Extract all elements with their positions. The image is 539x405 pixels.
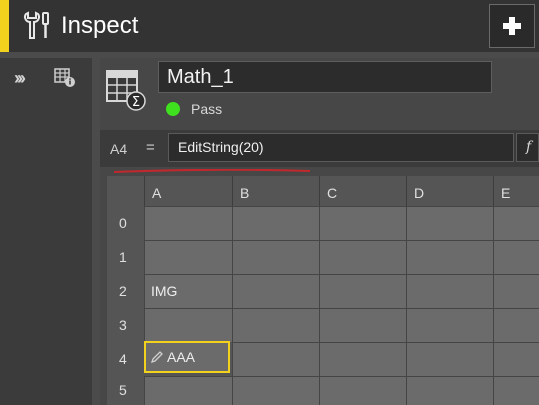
row-header[interactable]: 1 — [107, 240, 144, 274]
status-indicator — [166, 102, 180, 116]
cell-B3[interactable] — [232, 308, 319, 342]
grid-corner — [107, 176, 144, 206]
column-header[interactable]: A — [144, 176, 232, 206]
cell-A3[interactable] — [144, 308, 232, 342]
spreadsheet-sum-icon: Σ — [106, 70, 146, 111]
cell-B5[interactable] — [232, 376, 319, 405]
status-label: Pass — [191, 101, 223, 117]
tool-name-field[interactable]: Math_1 — [158, 61, 492, 93]
cell-E2[interactable] — [493, 274, 539, 308]
page-title: Inspect — [61, 12, 139, 39]
tools-icon — [24, 11, 49, 39]
column-header[interactable]: C — [319, 176, 406, 206]
row-header[interactable]: 5 — [107, 376, 144, 405]
cell-C3[interactable] — [319, 308, 406, 342]
cell-A1[interactable] — [144, 240, 232, 274]
spreadsheet-info-icon[interactable] — [54, 68, 76, 88]
cell-C0[interactable] — [319, 206, 406, 240]
column-header[interactable]: E — [493, 176, 539, 206]
pencil-icon — [150, 351, 163, 364]
left-sidebar — [0, 58, 92, 405]
row-header[interactable]: 2 — [107, 274, 144, 308]
function-button[interactable]: f — [516, 133, 539, 162]
cell-C1[interactable] — [319, 240, 406, 274]
accent-stripe — [0, 0, 9, 52]
add-button[interactable] — [489, 4, 535, 48]
cell-A2[interactable]: IMG — [144, 274, 232, 308]
cell-B2[interactable] — [232, 274, 319, 308]
formula-input[interactable]: EditString(20) — [168, 133, 514, 162]
cell-D3[interactable] — [406, 308, 493, 342]
cell-A0[interactable] — [144, 206, 232, 240]
cell-C4[interactable] — [319, 342, 406, 376]
cell-E0[interactable] — [493, 206, 539, 240]
cell-value: IMG — [151, 283, 178, 299]
cell-B4[interactable] — [232, 342, 319, 376]
cell-D5[interactable] — [406, 376, 493, 405]
cell-D2[interactable] — [406, 274, 493, 308]
cell-E3[interactable] — [493, 308, 539, 342]
cell-A5[interactable] — [144, 376, 232, 405]
cell-B0[interactable] — [232, 206, 319, 240]
row-header[interactable]: 3 — [107, 308, 144, 342]
cell-C5[interactable] — [319, 376, 406, 405]
equals-sign: = — [146, 139, 155, 156]
annotation-underline — [113, 169, 311, 173]
row-header[interactable]: 0 — [107, 206, 144, 240]
cell-reference: A4 — [110, 141, 128, 157]
cell-B1[interactable] — [232, 240, 319, 274]
cell-E4[interactable] — [493, 342, 539, 376]
svg-text:Σ: Σ — [132, 95, 140, 110]
cell-C2[interactable] — [319, 274, 406, 308]
column-header[interactable]: D — [406, 176, 493, 206]
plus-icon — [503, 17, 521, 35]
cell-value: AAA — [167, 349, 196, 365]
cell-E5[interactable] — [493, 376, 539, 405]
column-header[interactable]: B — [232, 176, 319, 206]
cell-D4[interactable] — [406, 342, 493, 376]
cell-A4[interactable]: AAA — [144, 341, 230, 373]
double-chevron-right-icon[interactable]: ››› — [14, 69, 26, 87]
row-header[interactable]: 4 — [107, 342, 144, 376]
cell-E1[interactable] — [493, 240, 539, 274]
cell-D0[interactable] — [406, 206, 493, 240]
cell-D1[interactable] — [406, 240, 493, 274]
